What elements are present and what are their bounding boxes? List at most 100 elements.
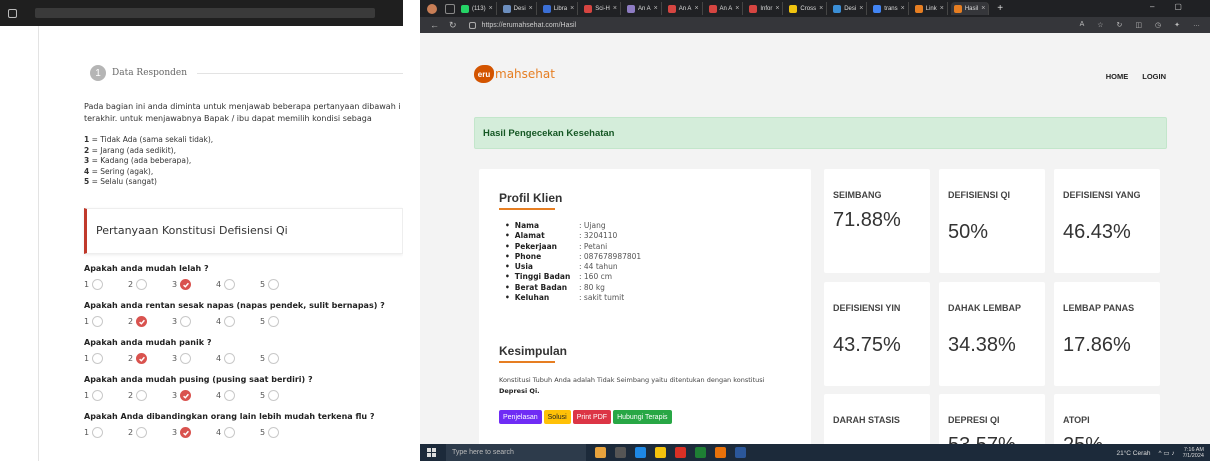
- browser-tab[interactable]: An A ×: [624, 2, 662, 15]
- radio-button[interactable]: [224, 279, 236, 290]
- answer-option[interactable]: 2: [128, 279, 172, 290]
- extensions-icon[interactable]: ✦: [1174, 21, 1180, 29]
- tab-close-icon[interactable]: ×: [570, 5, 574, 12]
- browser-tab[interactable]: An A ×: [706, 2, 744, 15]
- action-button[interactable]: Solusi: [543, 410, 571, 424]
- radio-button[interactable]: [92, 316, 104, 327]
- tab-close-icon[interactable]: ×: [859, 5, 863, 12]
- tray-icons[interactable]: ^ ▭ ♪: [1159, 449, 1175, 457]
- radio-button[interactable]: [224, 390, 236, 401]
- answer-option[interactable]: 3: [172, 390, 216, 401]
- answer-option[interactable]: 4: [216, 316, 260, 327]
- browser-tab[interactable]: trans ×: [870, 2, 909, 15]
- answer-option[interactable]: 3: [172, 353, 216, 364]
- browser-tab[interactable]: Link ×: [912, 2, 948, 15]
- radio-button[interactable]: [136, 279, 148, 290]
- browser-tab[interactable]: Cross ×: [786, 2, 828, 15]
- answer-option[interactable]: 2: [128, 390, 172, 401]
- tab-close-icon[interactable]: ×: [775, 5, 779, 12]
- radio-button[interactable]: [268, 390, 280, 401]
- tab-close-icon[interactable]: ×: [489, 5, 493, 12]
- profile-avatar[interactable]: [427, 3, 437, 14]
- word-icon[interactable]: [735, 447, 746, 458]
- answer-option[interactable]: 1: [84, 427, 128, 438]
- radio-checked[interactable]: [180, 390, 192, 401]
- menu-login[interactable]: LOGIN: [1142, 72, 1166, 81]
- answer-option[interactable]: 2: [128, 353, 172, 364]
- radio-button[interactable]: [136, 390, 148, 401]
- edge-icon[interactable]: [635, 447, 646, 458]
- tab-close-icon[interactable]: ×: [940, 5, 944, 12]
- answer-option[interactable]: 5: [260, 353, 304, 364]
- clock[interactable]: 7:16 AM 7/1/2024: [1183, 447, 1204, 459]
- answer-option[interactable]: 5: [260, 390, 304, 401]
- menu-home[interactable]: HOME: [1106, 72, 1129, 81]
- radio-button[interactable]: [224, 316, 236, 327]
- radio-button[interactable]: [136, 427, 148, 438]
- browser-tab[interactable]: Hasil ×: [950, 2, 990, 15]
- answer-option[interactable]: 5: [260, 279, 304, 290]
- radio-checked[interactable]: [136, 353, 148, 364]
- url-bar[interactable]: https://erumahsehat.com/Hasil: [468, 19, 1029, 31]
- radio-button[interactable]: [268, 427, 280, 438]
- answer-option[interactable]: 2: [128, 427, 172, 438]
- radio-button[interactable]: [224, 353, 236, 364]
- tab-close-icon[interactable]: ×: [981, 5, 985, 12]
- radio-button[interactable]: [268, 353, 280, 364]
- tab-close-icon[interactable]: ×: [529, 5, 533, 12]
- new-tab-icon[interactable]: +: [997, 3, 1003, 14]
- browser-tab[interactable]: Infor ×: [746, 2, 784, 15]
- split-screen-icon[interactable]: ◫: [1135, 21, 1142, 29]
- browser-tab[interactable]: Libra ×: [540, 2, 579, 15]
- excel-icon[interactable]: [695, 447, 706, 458]
- tab-close-icon[interactable]: ×: [654, 5, 658, 12]
- answer-option[interactable]: 4: [216, 427, 260, 438]
- action-button[interactable]: Penjelasan: [499, 410, 542, 424]
- answer-option[interactable]: 5: [260, 316, 304, 327]
- radio-button[interactable]: [224, 427, 236, 438]
- answer-option[interactable]: 1: [84, 279, 128, 290]
- answer-option[interactable]: 4: [216, 279, 260, 290]
- browser-tab[interactable]: Desi ×: [500, 2, 537, 15]
- radio-checked[interactable]: [180, 427, 192, 438]
- refresh-icon[interactable]: ↻: [449, 20, 457, 31]
- tab-close-icon[interactable]: ×: [694, 5, 698, 12]
- workspaces-icon[interactable]: [445, 3, 455, 14]
- back-icon[interactable]: ←: [430, 20, 439, 30]
- tab-close-icon[interactable]: ×: [613, 5, 617, 12]
- radio-checked[interactable]: [180, 279, 192, 290]
- radio-button[interactable]: [180, 353, 192, 364]
- tab-close-icon[interactable]: ×: [901, 5, 905, 12]
- app-icon-widgets[interactable]: [595, 447, 606, 458]
- radio-button[interactable]: [268, 316, 280, 327]
- powerpoint-icon[interactable]: [675, 447, 686, 458]
- read-aloud-icon[interactable]: A: [1080, 21, 1085, 29]
- answer-option[interactable]: 3: [172, 427, 216, 438]
- browser-tab[interactable]: Sci-H ×: [581, 2, 621, 15]
- chrome-icon[interactable]: [715, 447, 726, 458]
- tab-close-icon[interactable]: ×: [819, 5, 823, 12]
- radio-button[interactable]: [268, 279, 280, 290]
- radio-button[interactable]: [92, 279, 104, 290]
- answer-option[interactable]: 1: [84, 353, 128, 364]
- answer-option[interactable]: 3: [172, 316, 216, 327]
- action-button[interactable]: Hubungi Terapis: [613, 410, 672, 424]
- radio-button[interactable]: [180, 316, 192, 327]
- address-bar[interactable]: [35, 8, 375, 18]
- tab-close-icon[interactable]: ×: [735, 5, 739, 12]
- answer-option[interactable]: 1: [84, 390, 128, 401]
- window-controls[interactable]: –▢: [1150, 2, 1202, 11]
- radio-button[interactable]: [92, 390, 104, 401]
- task-view-icon[interactable]: [615, 447, 626, 458]
- action-button[interactable]: Print PDF: [572, 410, 612, 424]
- answer-option[interactable]: 3: [172, 279, 216, 290]
- browser-tab[interactable]: An A ×: [665, 2, 703, 15]
- answer-option[interactable]: 4: [216, 390, 260, 401]
- file-explorer-icon[interactable]: [655, 447, 666, 458]
- site-logo[interactable]: eru mahsehat: [474, 64, 555, 84]
- browser-tab[interactable]: (113) ×: [458, 2, 497, 15]
- answer-option[interactable]: 1: [84, 316, 128, 327]
- refresh-extension-icon[interactable]: ↻: [1117, 21, 1123, 29]
- windows-start-icon[interactable]: [427, 448, 436, 457]
- radio-button[interactable]: [92, 427, 104, 438]
